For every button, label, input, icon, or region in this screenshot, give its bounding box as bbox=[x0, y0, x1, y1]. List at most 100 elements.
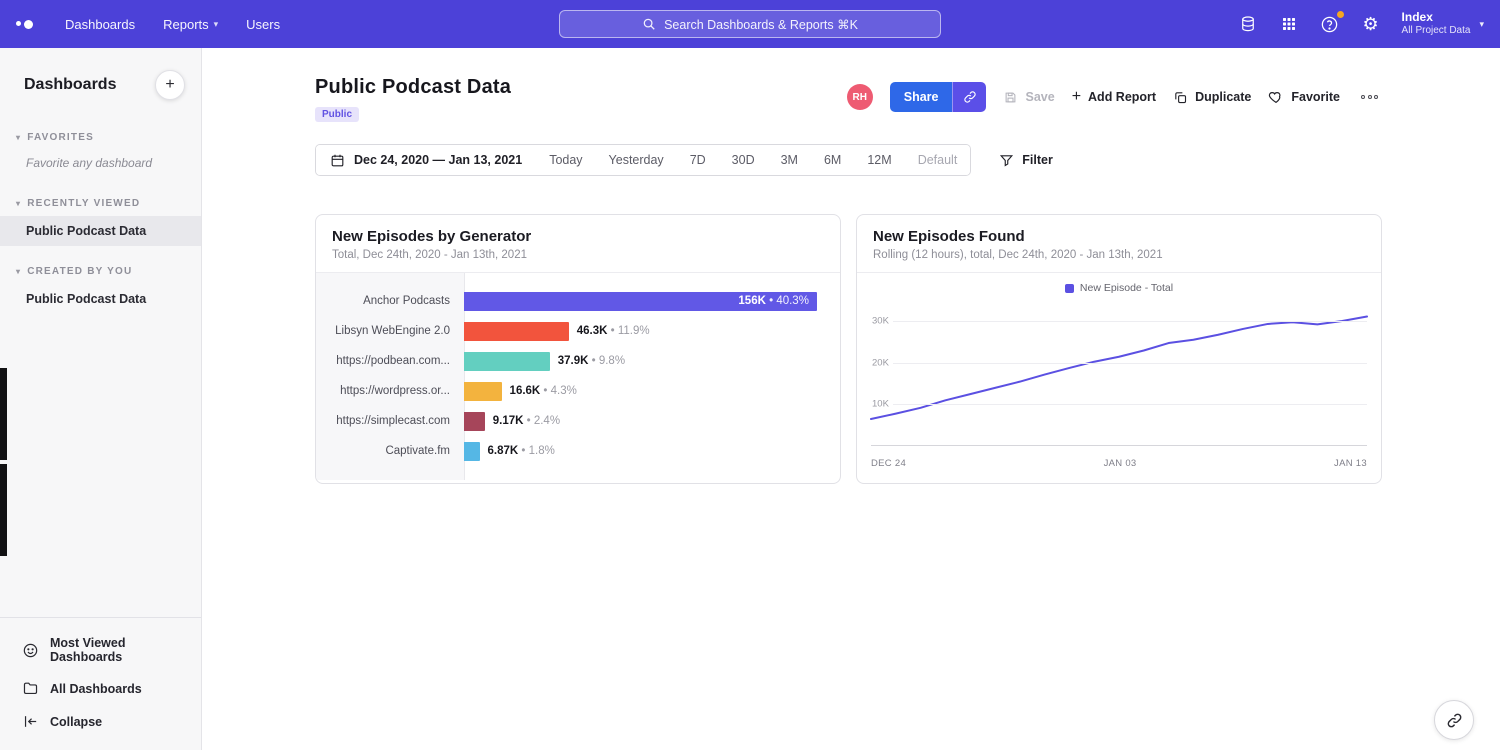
duplicate-label: Duplicate bbox=[1195, 90, 1251, 104]
section-header-favorites[interactable]: ▾ FAVORITES bbox=[0, 124, 201, 150]
section-label: RECENTLY VIEWED bbox=[27, 198, 140, 209]
date-range-button[interactable]: Dec 24, 2020 — Jan 13, 2021 bbox=[316, 145, 536, 175]
preset-7d[interactable]: 7D bbox=[677, 145, 719, 175]
more-options-button[interactable] bbox=[1357, 91, 1382, 103]
copy-link-floating-button[interactable] bbox=[1434, 700, 1474, 740]
sidebar-section-recently-viewed: ▾ RECENTLY VIEWED Public Podcast Data bbox=[0, 190, 201, 246]
sidebar-item-public-podcast-data[interactable]: Public Podcast Data bbox=[0, 284, 201, 314]
chevron-down-icon: ▾ bbox=[1479, 19, 1484, 30]
y-tick: 20K bbox=[871, 357, 893, 368]
add-dashboard-button[interactable]: + bbox=[155, 70, 185, 100]
sidebar-title: Dashboards bbox=[24, 76, 116, 94]
share-button[interactable]: Share bbox=[890, 82, 953, 112]
page-title: Public Podcast Data bbox=[315, 76, 511, 99]
copy-icon bbox=[1173, 90, 1188, 105]
line-chart-card: New Episodes Found Rolling (12 hours), t… bbox=[856, 214, 1382, 484]
folder-icon bbox=[22, 680, 39, 697]
x-axis-line bbox=[871, 445, 1367, 446]
bar-category-label: https://wordpress.or... bbox=[316, 385, 464, 397]
app-logo[interactable] bbox=[16, 20, 37, 29]
chart-legend[interactable]: New Episode - Total bbox=[857, 282, 1381, 294]
collapse-icon bbox=[22, 713, 39, 730]
project-switcher[interactable]: Index All Project Data ▾ bbox=[1402, 10, 1484, 38]
help-icon[interactable] bbox=[1320, 14, 1340, 34]
preset-yesterday[interactable]: Yesterday bbox=[596, 145, 677, 175]
nav-link-label: Reports bbox=[163, 17, 209, 32]
section-header-recently-viewed[interactable]: ▾ RECENTLY VIEWED bbox=[0, 190, 201, 216]
bar-chart: Anchor Podcasts156K • 40.3%Libsyn WebEng… bbox=[316, 273, 840, 480]
share-link-button[interactable] bbox=[952, 82, 986, 112]
share-button-group: Share bbox=[890, 82, 987, 112]
nav-link-label: Users bbox=[246, 17, 280, 32]
bar-value-label: 9.17K • 2.4% bbox=[493, 415, 560, 427]
filter-funnel-icon bbox=[999, 153, 1014, 168]
preset-3m[interactable]: 3M bbox=[768, 145, 811, 175]
all-dashboards-button[interactable]: All Dashboards bbox=[0, 672, 201, 705]
card-subtitle: Rolling (12 hours), total, Dec 24th, 202… bbox=[873, 249, 1365, 261]
project-subtitle: All Project Data bbox=[1402, 25, 1471, 38]
top-navbar: Dashboards Reports▾ Users Search Dashboa… bbox=[0, 0, 1500, 48]
x-axis-labels: DEC 24 JAN 03 JAN 13 bbox=[871, 458, 1367, 469]
preset-today[interactable]: Today bbox=[536, 145, 595, 175]
bar-chart-card: New Episodes by Generator Total, Dec 24t… bbox=[315, 214, 841, 484]
line-series[interactable] bbox=[871, 309, 1367, 446]
bar-segment[interactable] bbox=[464, 352, 550, 371]
nav-link-dashboards[interactable]: Dashboards bbox=[65, 17, 135, 32]
bar-value-label: 46.3K • 11.9% bbox=[577, 325, 650, 337]
preset-6m[interactable]: 6M bbox=[811, 145, 854, 175]
bar-value-label: 16.6K • 4.3% bbox=[510, 385, 577, 397]
apps-grid-icon[interactable] bbox=[1279, 14, 1299, 34]
settings-gear-icon[interactable]: ⚙ bbox=[1361, 14, 1381, 34]
filter-label: Filter bbox=[1022, 153, 1053, 167]
global-search-input[interactable]: Search Dashboards & Reports ⌘K bbox=[559, 10, 941, 38]
bar-track: 156K • 40.3% bbox=[464, 292, 826, 311]
section-header-created-by-you[interactable]: ▾ CREATED BY YOU bbox=[0, 258, 201, 284]
data-management-icon[interactable] bbox=[1238, 14, 1258, 34]
preset-30d[interactable]: 30D bbox=[719, 145, 768, 175]
public-badge: Public bbox=[315, 107, 359, 122]
gear-glyph: ⚙ bbox=[1362, 15, 1378, 33]
bar-track: 6.87K • 1.8% bbox=[464, 442, 826, 461]
save-button[interactable]: Save bbox=[1003, 90, 1054, 105]
sidebar-section-favorites: ▾ FAVORITES Favorite any dashboard bbox=[0, 124, 201, 178]
avatar[interactable]: RH bbox=[847, 84, 873, 110]
bar-value-label: 37.9K • 9.8% bbox=[558, 355, 625, 367]
nav-link-users[interactable]: Users bbox=[246, 17, 280, 32]
footer-item-label: All Dashboards bbox=[50, 682, 142, 696]
nav-link-reports[interactable]: Reports▾ bbox=[163, 17, 218, 32]
gridline bbox=[871, 363, 1367, 364]
section-label: FAVORITES bbox=[27, 132, 94, 143]
section-label: CREATED BY YOU bbox=[27, 266, 132, 277]
date-range-label: Dec 24, 2020 — Jan 13, 2021 bbox=[354, 153, 522, 167]
add-report-button[interactable]: + Add Report bbox=[1072, 90, 1156, 105]
bar-segment[interactable] bbox=[464, 322, 569, 341]
bar-segment[interactable] bbox=[464, 382, 502, 401]
bar-track: 46.3K • 11.9% bbox=[464, 322, 826, 341]
search-placeholder: Search Dashboards & Reports ⌘K bbox=[664, 17, 858, 32]
bar-segment[interactable]: 156K • 40.3% bbox=[464, 292, 817, 311]
footer-item-label: Collapse bbox=[50, 715, 102, 729]
gridline bbox=[871, 321, 1367, 322]
duplicate-button[interactable]: Duplicate bbox=[1173, 90, 1251, 105]
preset-12m[interactable]: 12M bbox=[854, 145, 904, 175]
sidebar-item-public-podcast-data[interactable]: Public Podcast Data bbox=[0, 216, 201, 246]
x-tick: JAN 13 bbox=[1334, 458, 1367, 469]
bar-segment[interactable] bbox=[464, 442, 480, 461]
favorites-hint: Favorite any dashboard bbox=[0, 150, 201, 178]
favorite-button[interactable]: Favorite bbox=[1268, 89, 1340, 105]
bar-category-label: https://podbean.com... bbox=[316, 355, 464, 367]
add-report-label: Add Report bbox=[1088, 90, 1156, 104]
most-viewed-dashboards-button[interactable]: Most Viewed Dashboards bbox=[0, 628, 201, 672]
link-icon bbox=[963, 90, 977, 104]
collapse-sidebar-button[interactable]: Collapse bbox=[0, 705, 201, 738]
filter-button[interactable]: Filter bbox=[999, 153, 1053, 168]
preset-default[interactable]: Default bbox=[905, 145, 971, 175]
bar-segment[interactable] bbox=[464, 412, 485, 431]
x-tick: DEC 24 bbox=[871, 458, 906, 469]
plot-area: 30K20K10K bbox=[871, 309, 1367, 446]
card-subtitle: Total, Dec 24th, 2020 - Jan 13th, 2021 bbox=[332, 249, 824, 261]
chevron-down-icon: ▾ bbox=[16, 133, 21, 142]
card-title: New Episodes by Generator bbox=[332, 228, 824, 245]
heart-icon bbox=[1268, 89, 1284, 105]
smiley-icon bbox=[22, 642, 39, 659]
